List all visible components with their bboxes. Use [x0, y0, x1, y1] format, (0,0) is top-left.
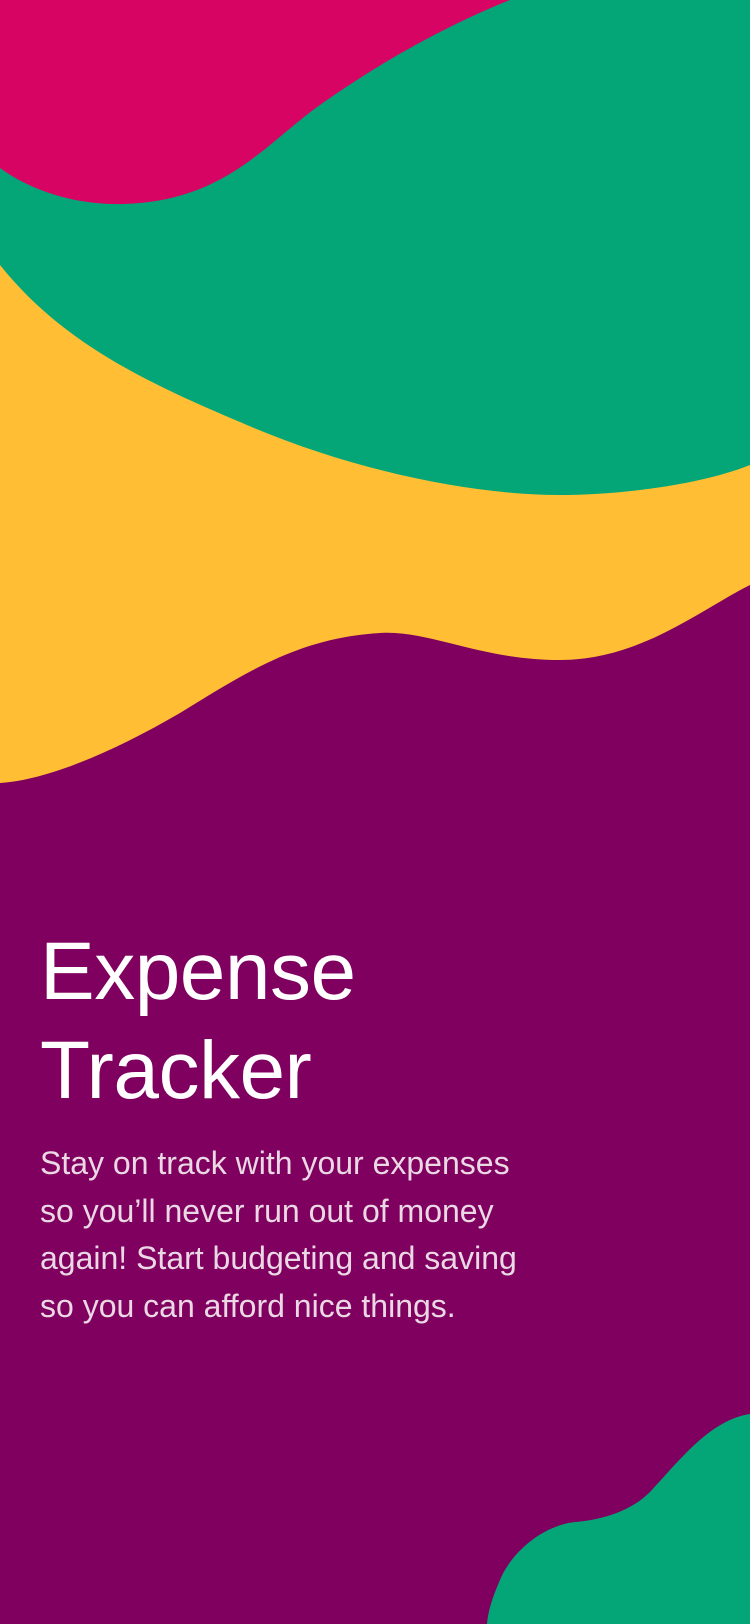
description-line: Stay on track with your expenses — [40, 1145, 510, 1181]
page-title: Expense Tracker — [40, 922, 640, 1120]
description-line: again! Start budgeting and saving — [40, 1240, 517, 1276]
description-text: Stay on track with your expenses so you’… — [40, 1140, 560, 1330]
description-line: so you can afford nice things. — [40, 1287, 456, 1324]
title-line: Expense — [40, 926, 356, 1017]
decorative-background — [0, 0, 750, 1624]
title-line: Tracker — [40, 1025, 312, 1116]
description-line: so you’ll never run out of money — [40, 1192, 494, 1229]
